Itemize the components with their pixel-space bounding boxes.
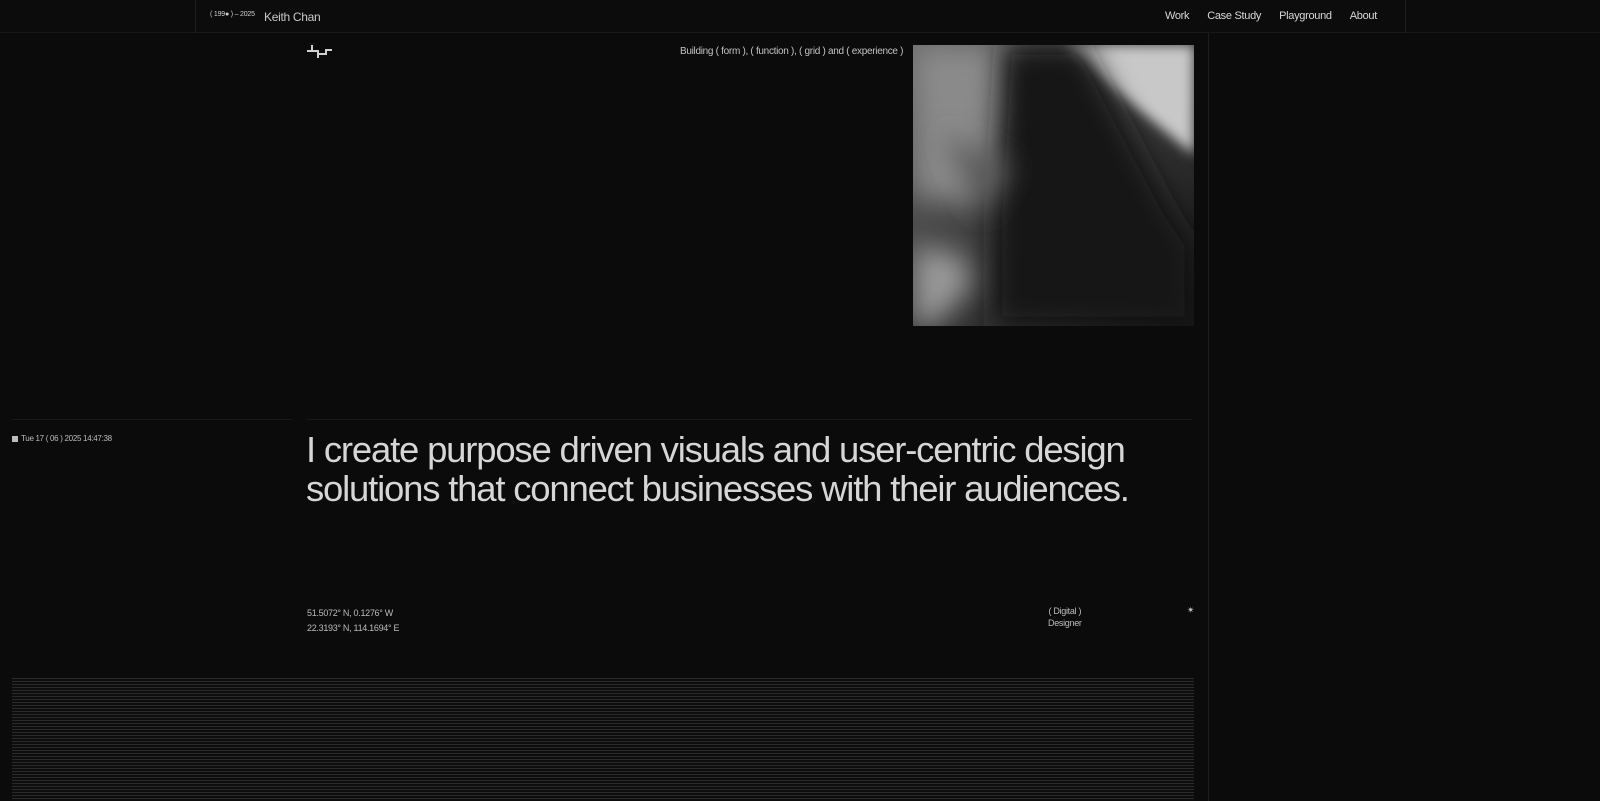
tagline: Building ( form ), ( function ), ( grid …	[680, 46, 904, 57]
nav-about[interactable]: About	[1350, 10, 1378, 22]
nav-work[interactable]: Work	[1165, 10, 1190, 22]
clock-text: Tue 17 ( 06 ) 2025 14:47:38	[21, 434, 112, 443]
role-line-1: ( Digital )	[1048, 606, 1082, 616]
column-divider	[1208, 33, 1209, 801]
sparkle-icon: ✴	[1187, 605, 1195, 615]
brand-name[interactable]: Keith Chan	[264, 10, 321, 24]
hero-image	[913, 45, 1194, 326]
square-icon	[12, 435, 18, 442]
striped-band	[12, 678, 1194, 801]
site-header: ( 199● ) – 2025 Keith Chan Work Case Stu…	[195, 0, 1406, 33]
main-nav: Work Case Study Playground About	[1165, 10, 1377, 22]
coords-hongkong: 22.3193° N, 114.1694° E	[307, 623, 400, 633]
clock: Tue 17 ( 06 ) 2025 14:47:38	[12, 434, 112, 443]
coordinates: 51.5072° N, 0.1276° W 22.3193° N, 114.16…	[307, 606, 400, 636]
divider-left	[12, 419, 292, 420]
logo-icon[interactable]	[307, 44, 333, 60]
divider-main	[307, 419, 1192, 420]
coords-london: 51.5072° N, 0.1276° W	[307, 608, 393, 618]
nav-case-study[interactable]: Case Study	[1207, 10, 1261, 22]
headline-line-1: I create purpose driven visuals and user…	[306, 429, 1126, 470]
brand-years: ( 199● ) – 2025	[210, 11, 255, 18]
headline-line-2: solutions that connect businesses with t…	[306, 468, 1130, 509]
role: ( Digital ) Designer	[1048, 605, 1082, 629]
hero-headline: I create purpose driven visuals and user…	[306, 430, 1206, 508]
nav-playground[interactable]: Playground	[1279, 10, 1332, 22]
role-line-2: Designer	[1048, 618, 1082, 628]
